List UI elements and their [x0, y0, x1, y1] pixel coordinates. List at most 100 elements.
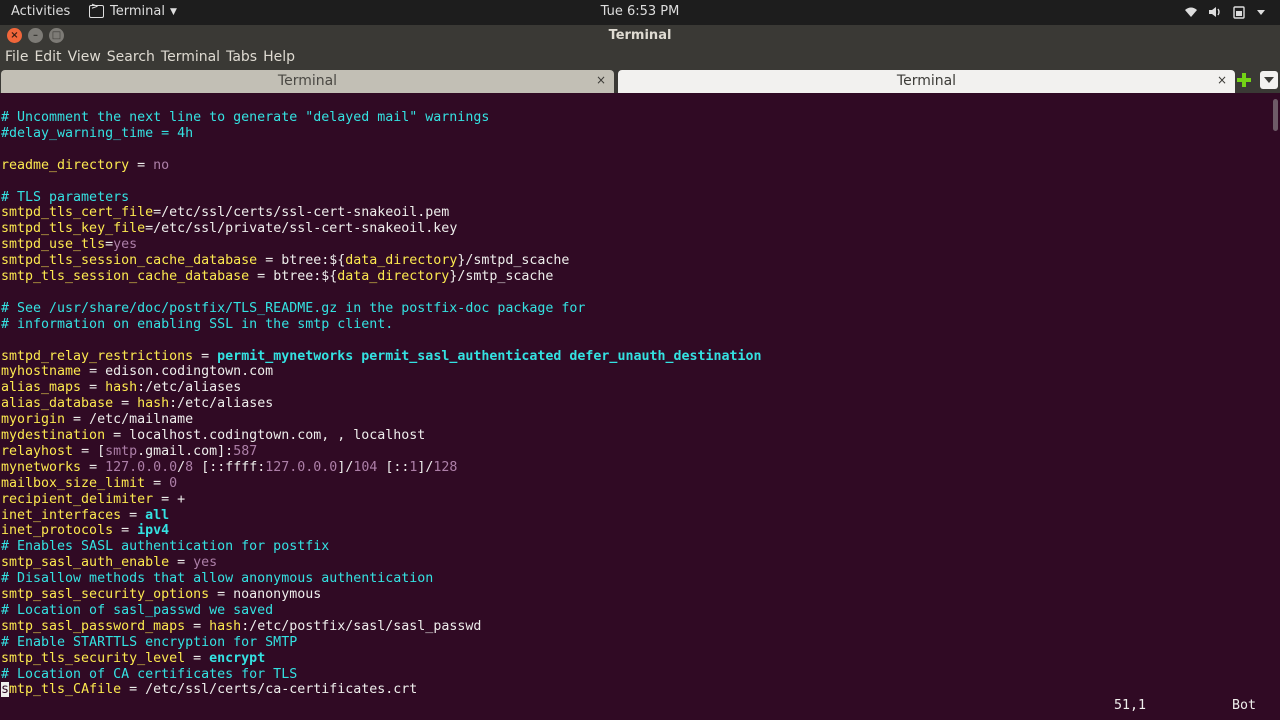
terminal-app-icon — [89, 2, 104, 18]
menu-terminal[interactable]: Terminal — [161, 47, 225, 68]
terminal-line: # Location of CA certificates for TLS — [1, 667, 297, 683]
terminal-text: = localhost.codingtown.com, , localhost — [105, 428, 426, 443]
terminal-text: :/etc/aliases — [137, 380, 242, 396]
terminal-text: permit_mynetworks permit_sasl_authentica… — [217, 348, 762, 364]
menu-file[interactable]: File — [5, 47, 33, 68]
terminal-line: myhostname = edison.codingtown.com — [1, 364, 273, 380]
terminal-text: myorigin — [1, 412, 66, 428]
terminal-line: # Enable STARTTLS encryption for SMTP — [1, 635, 297, 651]
terminal-text: = — [113, 396, 138, 412]
terminal-text: = — [193, 348, 218, 364]
terminal-line: alias_database = hash:/etc/aliases — [1, 396, 273, 412]
terminal-text: # Enables SASL authentication for postfi… — [1, 539, 330, 555]
terminal-text: = [ — [73, 443, 106, 459]
terminal-text: no — [153, 157, 170, 173]
terminal-line: smtp_sasl_security_options = noanonymous — [1, 587, 321, 603]
terminal-text: # Location of sasl_passwd we saved — [1, 602, 274, 618]
terminal-line: smtpd_tls_key_file=/etc/ssl/private/ssl-… — [1, 221, 457, 237]
terminal-text: smtpd_tls_cert_file — [1, 205, 154, 221]
terminal-line: smtpd_tls_cert_file=/etc/ssl/certs/ssl-c… — [1, 205, 449, 221]
top-bar: Activities Terminal ▼ Tue 6:53 PM — [0, 0, 1280, 25]
window-titlebar[interactable]: × – □ Terminal — [0, 25, 1280, 47]
terminal-line: mynetworks = 127.0.0.0/8 [::ffff:127.0.0… — [1, 460, 457, 476]
terminal-text: :/etc/postfix/sasl/sasl_passwd — [241, 618, 482, 634]
tab-terminal-1[interactable]: Terminal × — [1, 70, 614, 93]
terminal-text: 104 — [353, 459, 378, 475]
terminal-text: 0 — [169, 475, 178, 491]
menu-edit[interactable]: Edit — [34, 47, 66, 68]
terminal-text: smtp_tls_session_cache_database — [1, 269, 250, 284]
terminal-text: ]/ — [337, 459, 354, 475]
wifi-icon — [1184, 5, 1198, 19]
menu-search[interactable]: Search — [107, 47, 160, 68]
terminal-text: hash — [137, 396, 170, 412]
scroll-position: Bot — [1232, 698, 1257, 713]
terminal-line: smtp_tls_security_level = encrypt — [1, 651, 265, 667]
terminal-text: = btree:${ — [249, 269, 338, 284]
terminal-text: smtpd_tls_session_cache_database — [1, 253, 258, 269]
terminal-line: #delay_warning_time = 4h — [1, 126, 193, 142]
terminal-text: mydestination — [1, 428, 106, 443]
terminal-line: smtp_sasl_password_maps = hash:/etc/post… — [1, 619, 481, 635]
tab-label: Terminal — [277, 73, 338, 89]
terminal-text: = — [185, 650, 210, 666]
terminal-text: # Location of CA certificates for TLS — [1, 666, 298, 682]
tab-terminal-2[interactable]: Terminal × — [618, 70, 1235, 93]
terminal-line: smtpd_relay_restrictions = permit_mynetw… — [1, 349, 762, 365]
terminal-text: data_directory — [337, 269, 450, 284]
window-title: Terminal — [608, 28, 672, 43]
menu-bar: File Edit View Search Terminal Tabs Help — [0, 47, 1280, 68]
terminal-line: smtp_sasl_auth_enable = yes — [1, 555, 217, 571]
terminal-text: 128 — [433, 459, 458, 475]
terminal-text: mtp_tls_CAfile — [9, 682, 122, 698]
terminal-line: inet_interfaces = all — [1, 508, 169, 524]
menu-help[interactable]: Help — [263, 47, 300, 68]
terminal-text: }/smtpd_scache — [457, 253, 570, 269]
clock[interactable]: Tue 6:53 PM — [601, 4, 680, 19]
terminal-line: # See /usr/share/doc/postfix/TLS_README.… — [1, 301, 585, 317]
terminal-text: hash — [209, 618, 242, 634]
system-indicators[interactable] — [1184, 5, 1270, 19]
terminal-line: smtpd_use_tls=yes — [1, 237, 137, 253]
terminal-text: = — [81, 459, 106, 475]
terminal-text: = — [113, 523, 138, 539]
terminal-text: # Uncomment the next line to generate "d… — [1, 110, 490, 125]
terminal-line: # TLS parameters — [1, 190, 129, 206]
terminal-text: = noanonymous — [209, 587, 322, 602]
terminal-text: = btree:${ — [257, 253, 346, 269]
terminal-text: :/etc/aliases — [169, 396, 274, 412]
terminal-text: ipv4 — [137, 523, 170, 539]
power-caret-icon — [1256, 5, 1270, 19]
terminal-text: data_directory — [345, 253, 458, 269]
terminal-text: # information on enabling SSL in the smt… — [1, 316, 394, 332]
close-tab-icon[interactable]: × — [596, 73, 606, 87]
terminal-line: smtp_tls_CAfile = /etc/ssl/certs/ca-cert… — [1, 682, 417, 698]
terminal-view[interactable]: # Uncomment the next line to generate "d… — [0, 93, 1280, 720]
menu-view[interactable]: View — [68, 47, 106, 68]
close-tab-icon[interactable]: × — [1217, 73, 1227, 87]
terminal-line: # Location of sasl_passwd we saved — [1, 603, 273, 619]
terminal-text: smtp_sasl_security_options — [1, 587, 210, 602]
terminal-text: mailbox_size_limit — [1, 475, 146, 491]
tab-bar: Terminal × Terminal × — [0, 68, 1280, 93]
terminal-text: smtpd_use_tls — [1, 237, 106, 253]
menu-tabs[interactable]: Tabs — [226, 47, 262, 68]
terminal-scrollbar[interactable] — [1273, 99, 1278, 131]
tab-list-chevron-down-icon[interactable] — [1260, 71, 1278, 89]
terminal-text: = — [81, 380, 106, 396]
terminal-line: inet_protocols = ipv4 — [1, 523, 169, 539]
terminal-text: mynetworks — [1, 459, 82, 475]
terminal-text: smtpd_relay_restrictions — [1, 348, 194, 364]
terminal-text: # Disallow methods that allow anonymous … — [1, 571, 434, 587]
terminal-text: ]/ — [417, 459, 434, 475]
new-tab-plus-icon[interactable] — [1236, 72, 1252, 88]
terminal-line: relayhost = [smtp.gmail.com]:587 — [1, 444, 257, 460]
app-menu[interactable]: Terminal ▼ — [89, 2, 177, 19]
terminal-text: =/etc/ssl/certs/ssl-cert-snakeoil.pem — [153, 205, 450, 221]
terminal-text: smtp_sasl_auth_enable — [1, 555, 170, 571]
terminal-text: smtpd_tls_key_file — [1, 221, 146, 237]
terminal-text: smtp — [105, 443, 138, 459]
activities-button[interactable]: Activities — [11, 4, 70, 19]
terminal-text: relayhost — [1, 443, 74, 459]
terminal-line: recipient_delimiter = + — [1, 492, 185, 508]
